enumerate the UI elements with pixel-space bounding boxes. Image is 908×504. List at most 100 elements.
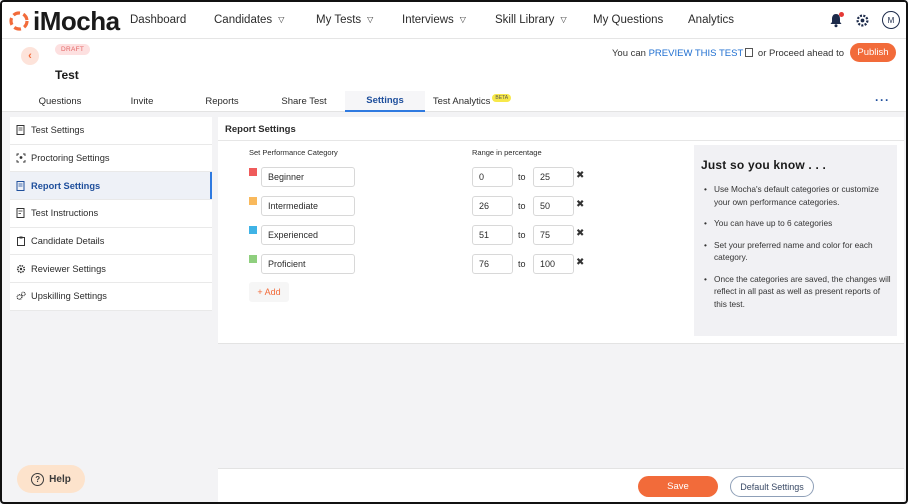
report-settings-card: Report Settings Set Performance Category… <box>218 117 904 344</box>
notification-dot <box>839 12 844 17</box>
range-to-input[interactable]: 100 <box>533 254 574 274</box>
nav-my-tests[interactable]: My Tests ▽ <box>316 14 373 26</box>
info-panel: Just so you know . . . Use Mocha's defau… <box>694 145 897 336</box>
nav-analytics[interactable]: Analytics <box>688 14 734 26</box>
category-name-input[interactable]: Beginner <box>261 167 355 187</box>
settings-doc-icon <box>16 125 26 136</box>
preview-line: You can PREVIEW THIS TEST or Proceed ahe… <box>612 48 844 59</box>
preview-prefix: You can <box>611 48 646 59</box>
logo[interactable]: iMocha <box>8 5 120 36</box>
clipboard-icon <box>16 236 26 247</box>
delete-icon[interactable]: ✖ <box>576 199 584 210</box>
nav-skill-library[interactable]: Skill Library ▽ <box>495 14 567 26</box>
sidebar-item-report-settings[interactable]: Report Settings <box>10 172 212 201</box>
sidebar-item-proctoring-settings[interactable]: Proctoring Settings <box>10 145 212 173</box>
sidebar-item-label: Proctoring Settings <box>31 153 110 164</box>
app-window: iMocha Dashboard Candidates ▽ My Tests ▽ I… <box>0 0 908 504</box>
nav-interviews[interactable]: Interviews ▽ <box>402 14 466 26</box>
nav-label: Dashboard <box>130 14 187 26</box>
nav-label: Candidates <box>214 14 273 26</box>
divider <box>218 140 904 141</box>
bell-icon[interactable] <box>829 12 844 28</box>
back-button[interactable]: ‹ <box>21 47 39 65</box>
add-category-button[interactable]: + Add <box>249 282 289 302</box>
preview-test-link[interactable]: PREVIEW THIS TEST <box>649 48 744 59</box>
chevron-left-icon: ‹ <box>28 50 32 62</box>
question-icon: ? <box>31 472 45 486</box>
gear-icon <box>16 264 26 274</box>
range-to-input[interactable]: 50 <box>533 196 574 216</box>
imocha-logo-icon <box>9 11 29 31</box>
to-label: to <box>518 230 526 240</box>
status-badge: DRAFT <box>55 44 91 55</box>
top-navigation: iMocha Dashboard Candidates ▽ My Tests ▽ I… <box>2 2 906 39</box>
sidebar-item-test-settings[interactable]: Test Settings <box>10 117 212 145</box>
footer-bar: Save Default Settings <box>218 468 904 502</box>
sidebar-item-candidate-details[interactable]: Candidate Details <box>10 228 212 256</box>
publish-button[interactable]: Publish <box>850 43 896 62</box>
test-header: ‹ DRAFT Test You can PREVIEW THIS TEST o… <box>2 39 906 91</box>
tab-label: Share Test <box>281 96 327 107</box>
tab-share-test[interactable]: Share Test <box>264 91 344 112</box>
instructions-icon <box>16 208 26 219</box>
to-label: to <box>518 172 526 182</box>
help-label: Help <box>49 473 71 485</box>
logo-text: iMocha <box>33 5 120 36</box>
range-from-input[interactable]: 76 <box>472 254 513 274</box>
to-label: to <box>518 259 526 269</box>
nav-label: My Tests <box>316 14 362 26</box>
delete-icon[interactable]: ✖ <box>576 170 584 181</box>
nav-dashboard[interactable]: Dashboard <box>130 14 186 26</box>
chevron-down-icon: ▽ <box>367 15 374 24</box>
range-to-input[interactable]: 25 <box>533 167 574 187</box>
sidebar-item-label: Upskilling Settings <box>31 291 107 302</box>
more-options-icon[interactable]: ··· <box>875 93 890 107</box>
column-header-range: Range in percentage <box>472 148 542 157</box>
range-from-input[interactable]: 26 <box>472 196 513 216</box>
nav-label: Interviews <box>402 14 454 26</box>
color-swatch[interactable] <box>249 168 257 176</box>
range-from-input[interactable]: 0 <box>472 167 513 187</box>
chevron-down-icon: ▽ <box>278 15 285 24</box>
page-title: Test <box>55 68 79 82</box>
range-to-input[interactable]: 75 <box>533 225 574 245</box>
sidebar-item-label: Test Instructions <box>31 208 99 219</box>
beta-badge: BETA <box>492 93 512 102</box>
tab-label: Reports <box>205 96 239 107</box>
default-settings-button[interactable]: Default Settings <box>730 476 814 497</box>
sidebar-item-upskilling-settings[interactable]: Upskilling Settings <box>10 283 212 311</box>
category-name-input[interactable]: Experienced <box>261 225 355 245</box>
sidebar-item-test-instructions[interactable]: Test Instructions <box>10 200 212 228</box>
color-swatch[interactable] <box>249 197 257 205</box>
range-from-input[interactable]: 51 <box>472 225 513 245</box>
nav-label: Skill Library <box>495 14 555 26</box>
avatar[interactable]: M <box>882 11 900 29</box>
tab-settings[interactable]: Settings <box>345 91 425 112</box>
delete-icon[interactable]: ✖ <box>576 228 584 239</box>
delete-icon[interactable]: ✖ <box>576 257 584 268</box>
preview-suffix: or Proceed ahead to <box>757 48 844 59</box>
color-swatch[interactable] <box>249 226 257 234</box>
tab-reports[interactable]: Reports <box>182 91 262 112</box>
settings-sidebar: Test Settings Proctoring Settings Report… <box>10 117 212 311</box>
color-swatch[interactable] <box>249 255 257 263</box>
category-name-input[interactable]: Proficient <box>261 254 355 274</box>
tab-questions[interactable]: Questions <box>20 91 100 112</box>
sidebar-item-reviewer-settings[interactable]: Reviewer Settings <box>10 255 212 284</box>
nav-my-questions[interactable]: My Questions <box>593 14 663 26</box>
column-header-category: Set Performance Category <box>249 148 338 157</box>
info-title: Just so you know . . . <box>701 158 827 172</box>
info-bullet: Set your preferred name and color for ea… <box>702 239 894 264</box>
gear-icon[interactable] <box>855 13 870 28</box>
save-button[interactable]: Save <box>638 476 718 497</box>
tab-bar: Questions Invite Reports Share Test Sett… <box>2 91 906 112</box>
chevron-down-icon: ▽ <box>560 15 567 24</box>
tab-test-analytics[interactable]: Test Analytics BETA <box>427 91 517 112</box>
report-icon <box>16 180 26 191</box>
tab-label: Test Analytics <box>432 96 491 107</box>
help-button[interactable]: ? Help <box>17 465 85 493</box>
category-name-input[interactable]: Intermediate <box>261 196 355 216</box>
sidebar-item-label: Reviewer Settings <box>31 263 106 274</box>
tab-invite[interactable]: Invite <box>102 91 182 112</box>
nav-candidates[interactable]: Candidates ▽ <box>214 14 284 26</box>
